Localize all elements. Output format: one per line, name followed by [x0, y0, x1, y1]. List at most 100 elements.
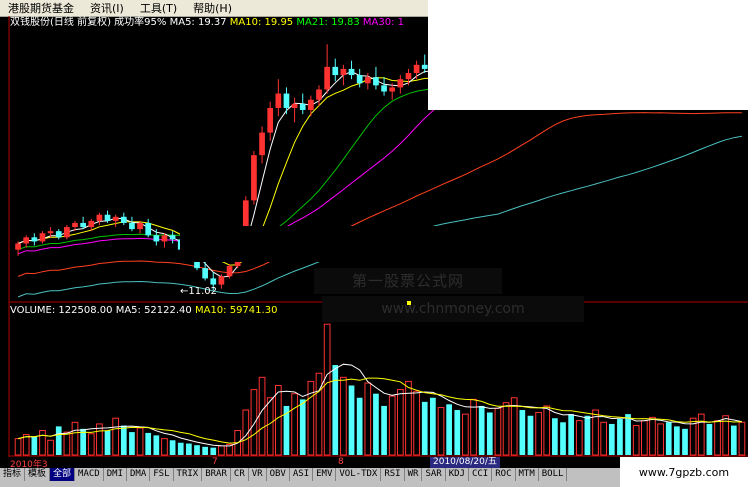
indicator-tab[interactable]: DMA	[127, 468, 151, 481]
candle-body	[47, 231, 54, 234]
candle-body	[145, 222, 152, 236]
volume-bar	[413, 390, 420, 456]
candle-body	[373, 77, 379, 86]
indicator-tab[interactable]: VOL-TDX	[336, 468, 382, 481]
low-price-label: ←11.02	[180, 286, 218, 297]
volume-bar	[437, 407, 445, 456]
volume-bar	[470, 398, 477, 456]
candle-body	[31, 237, 38, 242]
watermark-title: 第一股票公式网	[314, 268, 502, 294]
volume-bar	[738, 421, 746, 456]
candle-body	[169, 235, 176, 240]
candle-body	[397, 79, 404, 88]
candle-body	[202, 268, 208, 279]
volume-bar	[87, 433, 95, 456]
candle-body	[340, 68, 347, 76]
volume-bar	[527, 415, 534, 455]
candle-body	[316, 89, 322, 100]
volume-bar	[388, 395, 396, 456]
indicator-tab[interactable]: FSL	[150, 468, 174, 481]
indicator-tab[interactable]: ASI	[290, 468, 314, 481]
candle-body	[364, 77, 371, 84]
menu-item-hk-futures[interactable]: 港股期货基金	[0, 0, 82, 16]
volume-bar	[258, 376, 266, 456]
volume-bar	[519, 410, 526, 455]
volume-bar	[39, 429, 46, 456]
menu-item-info[interactable]: 资讯(I)	[82, 0, 132, 16]
volume-bar	[665, 422, 672, 455]
date-label-aug: 8	[338, 457, 344, 467]
indicator-tab[interactable]: KDJ	[446, 468, 469, 481]
volume-bar	[446, 404, 452, 455]
candle-body	[413, 64, 420, 74]
volume-bar	[543, 405, 551, 456]
volume-bar	[332, 365, 339, 455]
volume-bar	[112, 417, 120, 456]
candle-body	[348, 68, 355, 76]
candle-body	[161, 235, 168, 242]
volume-bar	[649, 416, 656, 456]
volume-bar	[104, 430, 111, 455]
indicator-tab[interactable]: BRAR	[202, 468, 231, 481]
indicator-tab[interactable]: MTM	[516, 468, 539, 481]
candle-body	[120, 216, 127, 223]
volume-bar	[494, 407, 502, 456]
candle-body	[299, 103, 306, 110]
volume-bar	[348, 385, 355, 455]
indicator-tab[interactable]: WR	[405, 468, 423, 481]
volume-bar	[145, 432, 152, 455]
indicator-tab[interactable]: OBV	[267, 468, 290, 481]
volume-bar	[535, 411, 542, 456]
volume-bar	[153, 435, 160, 455]
blank-strip	[748, 110, 756, 487]
candle-body	[275, 93, 282, 108]
indicator-tab[interactable]: TRIX	[174, 468, 203, 481]
indicator-tab[interactable]: BOLL	[539, 468, 568, 481]
candle-body	[88, 220, 95, 228]
volume-bar	[323, 323, 331, 456]
indicator-tab[interactable]: DMI	[104, 468, 127, 481]
indicator-tab[interactable]: 指标	[0, 468, 26, 481]
volume-bar	[625, 414, 631, 455]
candle-body	[72, 222, 78, 228]
candle-body	[104, 214, 111, 221]
volume-bar	[194, 445, 200, 455]
volume-ma5: MA5: 52122.40	[115, 305, 192, 316]
volume-value: VOLUME: 122508.00	[10, 305, 113, 316]
indicator-tab[interactable]: RSI	[381, 468, 405, 481]
volume-bar	[714, 420, 721, 456]
indicator-tab[interactable]: 模板	[25, 468, 51, 481]
volume-bar	[697, 413, 705, 456]
volume-bar	[608, 423, 615, 455]
indicator-tab[interactable]: ROC	[492, 468, 516, 481]
volume-bar	[136, 427, 144, 456]
volume-bar	[364, 382, 372, 456]
indicator-tab[interactable]: CCI	[469, 468, 493, 481]
indicator-tab[interactable]: MACD	[75, 468, 104, 481]
volume-bar	[55, 426, 62, 455]
volume-bar	[210, 447, 217, 455]
menu-item-tools[interactable]: 工具(T)	[132, 0, 185, 16]
volume-bar	[462, 413, 469, 456]
volume-bar	[486, 412, 493, 455]
volume-bar	[600, 421, 608, 456]
cursor-marker	[407, 301, 411, 305]
volume-bar	[14, 438, 22, 456]
candle-body	[405, 73, 412, 80]
candle-body	[39, 233, 46, 242]
candle-body	[389, 87, 396, 92]
indicator-tab[interactable]: 全部	[50, 468, 76, 481]
candle-body	[324, 66, 330, 90]
indicator-tab[interactable]: CR	[231, 468, 249, 481]
candle-body	[283, 93, 290, 108]
indicator-tab[interactable]: SAR	[422, 468, 446, 481]
ma21-value: MA21: 19.83	[296, 17, 360, 28]
status-bar	[0, 481, 620, 487]
volume-bar	[274, 385, 282, 456]
indicator-tab[interactable]: EMV	[313, 468, 337, 481]
volume-bar	[202, 446, 208, 455]
indicator-tab[interactable]: VR	[249, 468, 267, 481]
candle-body	[251, 155, 257, 201]
volume-bar	[706, 423, 713, 455]
menu-item-help[interactable]: 帮助(H)	[185, 0, 240, 16]
